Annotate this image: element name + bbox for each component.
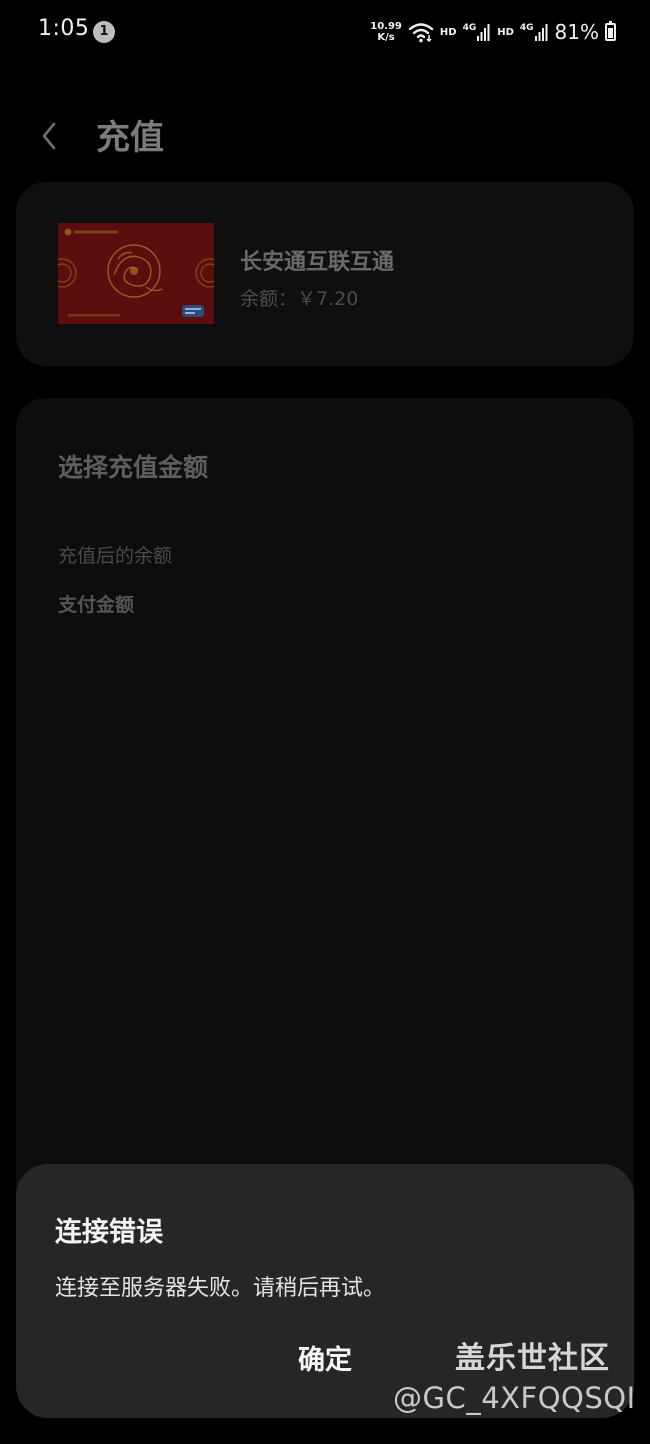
connection-error-dialog: 连接错误 连接至服务器失败。请稍后再试。 确定 (16, 1164, 634, 1418)
dialog-title: 连接错误 (55, 1217, 163, 1248)
status-icons: 10.99 K/s HD 4G HD 4G 81% (370, 18, 616, 46)
dialog-message: 连接至服务器失败。请稍后再试。 (55, 1276, 386, 1301)
card-name: 长安通互联互通 (240, 250, 395, 275)
cell-signal-icon-1 (477, 24, 490, 41)
transit-card-image (58, 223, 214, 324)
recharge-amount-panel: 选择充值金额 充值后的余额 支付金额 (16, 398, 634, 1298)
select-amount-title: 选择充值金额 (58, 453, 209, 482)
app-header: 充值 (0, 100, 650, 170)
status-time: 1:05 (38, 16, 90, 41)
confirm-button[interactable]: 确定 (270, 1338, 380, 1384)
watermark-brand: 盖乐世社区 (455, 1341, 610, 1376)
hd-label-1: HD (439, 26, 457, 38)
card-balance: 余额：￥7.20 (240, 288, 359, 310)
watermark-user: @GC_4XFQQSQI (393, 1381, 636, 1415)
battery-percent: 81% (554, 20, 599, 44)
dragon-card-artwork (58, 223, 214, 324)
network-speed: 10.99 K/s (370, 21, 402, 43)
battery-icon (605, 21, 616, 41)
network-speed-unit: K/s (377, 32, 395, 43)
payment-amount-label: 支付金额 (58, 594, 135, 616)
chevron-left-icon (42, 122, 56, 150)
network-speed-value: 10.99 (370, 21, 402, 32)
transit-card-panel[interactable]: 长安通互联互通 余额：￥7.20 (16, 182, 634, 366)
balance-after-recharge-label: 充值后的余额 (58, 545, 173, 567)
hd-label-2: HD (497, 26, 514, 38)
signal-1: 4G (463, 23, 492, 41)
page-title: 充值 (96, 118, 164, 158)
status-bar: 1:05 1 10.99 K/s HD 4G HD 4G 81% (0, 0, 650, 64)
signal-2: 4G (520, 23, 549, 41)
signal-label-1: 4G (462, 23, 477, 33)
wifi-icon (408, 23, 434, 43)
signal-label-2: 4G (519, 23, 534, 33)
back-button[interactable] (32, 110, 72, 154)
notification-count-badge: 1 (93, 21, 115, 43)
cell-signal-icon-2 (534, 24, 548, 41)
